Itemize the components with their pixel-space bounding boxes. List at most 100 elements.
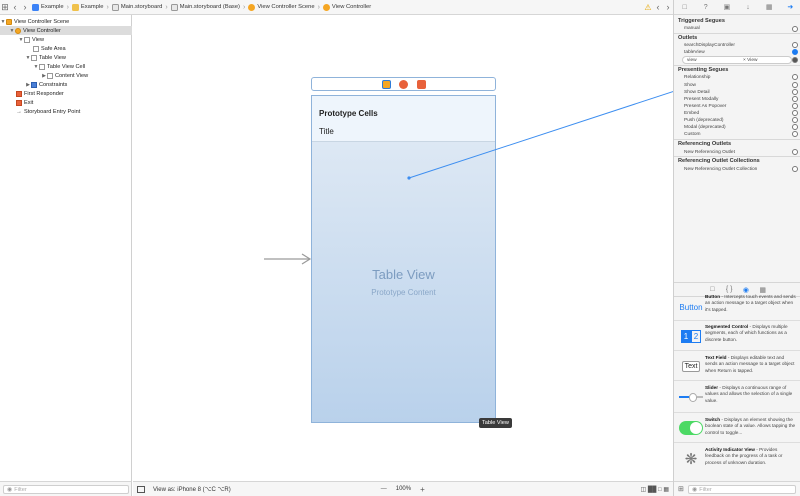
outline-item-safe-area[interactable]: Safe Area (33, 44, 66, 53)
table-view-cell-icon (39, 63, 45, 70)
exit-icon[interactable] (417, 80, 426, 89)
outline-toggle-icon[interactable] (137, 485, 145, 493)
segue-embed: Embed (684, 111, 700, 116)
forward-arrow-icon[interactable]: › (20, 1, 30, 14)
first-responder-icon (16, 90, 22, 97)
connection-circle[interactable] (792, 74, 798, 80)
outline-item-first-responder[interactable]: First Responder (16, 89, 64, 98)
new-referencing-collection: New Referencing Outlet Collection (684, 167, 758, 172)
constraints-icon (31, 81, 37, 88)
media-library-icon[interactable]: ▦ (759, 286, 767, 294)
outline-item-constraints[interactable]: ▶ Constraints (25, 80, 67, 89)
size-inspector-icon[interactable]: ▦ (765, 3, 773, 11)
connection-circle[interactable] (792, 117, 798, 123)
connection-circle[interactable] (792, 124, 798, 130)
switch-icon (679, 418, 703, 438)
scene-dock (311, 77, 496, 91)
code-snippet-icon[interactable]: { } (725, 286, 733, 294)
library-item-activity-indicator[interactable]: ❋ Activity Indicator View - Provides fee… (674, 443, 800, 481)
safe-area-icon (33, 45, 39, 52)
library-filter-field[interactable]: ◉ Filter (688, 485, 796, 494)
quick-help-icon[interactable]: ? (702, 3, 710, 11)
breadcrumb-view-controller[interactable]: View Controller (321, 0, 373, 15)
zoom-out-button[interactable]: — (381, 486, 387, 492)
entry-point-arrow[interactable] (262, 252, 314, 266)
grid-view-icon[interactable]: ⊞ (678, 485, 684, 493)
library-item-segmented-control[interactable]: 1 2 Segmented Control - Displays multipl… (674, 321, 800, 351)
connection-circle-active[interactable] (792, 49, 798, 55)
storyboard-icon (111, 3, 119, 11)
connections-inspector: □ ? ▣ ↓ ▦ ➜ Triggered Segues manual Outl… (673, 0, 800, 496)
connections-inspector-icon[interactable]: ➜ (786, 3, 794, 11)
connection-circle[interactable] (792, 103, 798, 109)
identity-inspector-icon[interactable]: ▣ (723, 3, 731, 11)
file-inspector-icon[interactable]: □ (681, 3, 689, 11)
library-item-text-field[interactable]: Text Text Field - Displays editable text… (674, 351, 800, 381)
connection-circle[interactable] (792, 82, 798, 88)
outline-item-view[interactable]: ▼ View (18, 35, 44, 44)
inspector-tab-bar: □ ? ▣ ↓ ▦ ➜ (674, 0, 800, 15)
attributes-inspector-icon[interactable]: ↓ (744, 3, 752, 11)
forward-arrow-icon[interactable]: › (663, 1, 673, 14)
segue-show-detail: Show Detail (684, 90, 710, 95)
zoom-in-button[interactable]: + (420, 485, 425, 494)
prototype-cells-label: Prototype Cells (319, 109, 378, 118)
filter-icon: ◉ (7, 487, 13, 493)
layout-controls-icon[interactable]: ◫ ██ □ ▦ (641, 486, 669, 493)
jump-bar: ⊞ ‹ › Example › Example › Main.storyboar… (0, 0, 673, 15)
back-arrow-icon[interactable]: ‹ (653, 1, 663, 14)
outline-item-entry-point[interactable]: → Storyboard Entry Point (16, 107, 80, 116)
prototype-cells-header[interactable]: Prototype Cells Title (312, 96, 495, 142)
outline-item-scene[interactable]: ▼ View Controller Scene (0, 17, 132, 26)
project-icon (32, 3, 39, 11)
slider-icon (679, 387, 703, 407)
connection-circle[interactable] (792, 96, 798, 102)
connection-circle-filled[interactable] (792, 57, 798, 63)
view-icon (24, 36, 30, 43)
view-controller-icon[interactable] (382, 80, 391, 89)
table-view-label: Table View (372, 267, 435, 282)
folder-icon (71, 3, 79, 11)
connection-circle[interactable] (792, 89, 798, 95)
cell-title-label[interactable]: Title (319, 127, 334, 136)
presenting-segues-header: Presenting Segues (678, 67, 729, 73)
breadcrumb-storyboard[interactable]: Main.storyboard (110, 0, 165, 15)
view-controller-frame[interactable]: Prototype Cells Title Table View Prototy… (311, 95, 496, 423)
breadcrumb-folder[interactable]: Example (70, 0, 106, 15)
segue-present-modally: Present Modally (684, 97, 719, 102)
outline-item-table-view-cell[interactable]: ▼ Table View Cell (33, 62, 85, 71)
outline-filter-field[interactable]: ◉ Filter (3, 485, 129, 494)
connection-circle[interactable] (792, 166, 798, 172)
outline-item-table-view[interactable]: ▼ Table View (25, 53, 66, 62)
file-template-icon[interactable]: □ (708, 286, 716, 294)
object-library-icon[interactable]: ◉ (742, 286, 750, 294)
table-view[interactable]: Table View Prototype Content (312, 142, 495, 422)
connection-circle[interactable] (792, 26, 798, 32)
breadcrumb-project[interactable]: Example (30, 0, 66, 15)
text-field-icon: Text (679, 356, 703, 376)
back-arrow-icon[interactable]: ‹ (10, 1, 20, 14)
breadcrumb-storyboard-base[interactable]: Main.storyboard (Base) (169, 0, 242, 15)
grid-icon[interactable]: ⊞ (0, 1, 10, 14)
outlets-header: Outlets (678, 35, 698, 41)
outline-item-content-view[interactable]: ▶ Content View (41, 71, 88, 80)
connection-circle[interactable] (792, 110, 798, 116)
library-item-button[interactable]: Button Button - Intercepts touch events … (674, 294, 800, 321)
connection-circle[interactable] (792, 149, 798, 155)
library-item-slider[interactable]: Slider - Displays a continuous range of … (674, 381, 800, 413)
library-item-switch[interactable]: Switch - Displays an element showing the… (674, 413, 800, 443)
connection-circle[interactable] (792, 131, 798, 137)
view-as-label[interactable]: View as: iPhone 8 (⌥C ⌥R) (153, 486, 231, 493)
warning-icon[interactable]: ⚠ (643, 1, 653, 14)
outline-item-exit[interactable]: Exit (16, 98, 33, 107)
breadcrumb-scene[interactable]: View Controller Scene (246, 0, 316, 15)
referencing-outlets-header: Referencing Outlets (678, 141, 732, 147)
segmented-control-icon: 1 2 (679, 326, 703, 346)
segue-modal: Modal (deprecated) (684, 125, 726, 130)
outline-item-view-controller[interactable]: ▼ View Controller (0, 26, 132, 35)
scene-icon (248, 3, 256, 11)
connection-circle[interactable] (792, 42, 798, 48)
first-responder-icon[interactable] (399, 80, 408, 89)
referencing-collections-header: Referencing Outlet Collections (678, 158, 760, 164)
outlet-view-connection[interactable]: view × View (682, 56, 792, 64)
